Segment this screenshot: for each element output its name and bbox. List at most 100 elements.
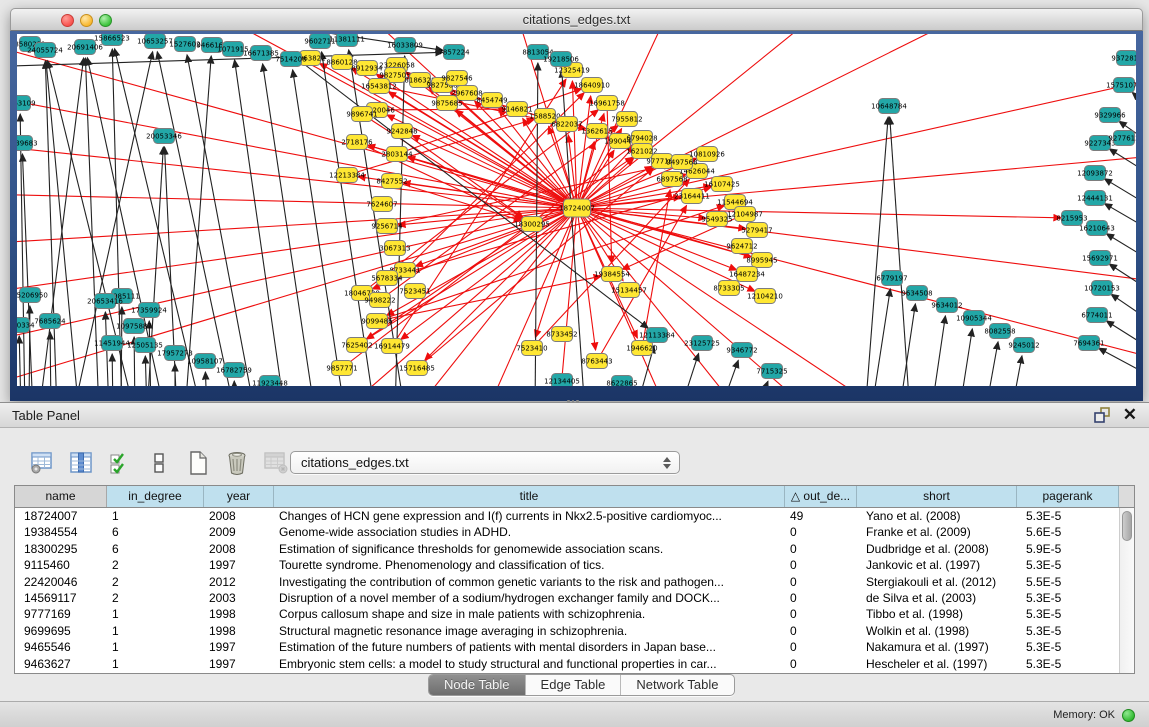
graph-node-label: 9875685 xyxy=(431,100,462,108)
table-row[interactable]: 946554611997Estimation of the future num… xyxy=(15,639,1119,655)
table-row[interactable]: 1456911722003Disruption of a novel membe… xyxy=(15,590,1119,606)
graph-node-label: 12104987 xyxy=(727,211,763,219)
graph-node-label: 19384554 xyxy=(594,271,630,279)
table-cell-in_degree: 2 xyxy=(107,557,204,573)
table-scrollbar-thumb[interactable] xyxy=(1122,511,1132,541)
graph-node-label: 11544694 xyxy=(717,199,753,207)
tab-edge-table[interactable]: Edge Table xyxy=(526,675,622,695)
column-header-out_degree[interactable]: △ out_de... xyxy=(785,486,857,507)
delete-column-button[interactable] xyxy=(225,451,249,475)
show-columns-button[interactable] xyxy=(69,451,93,475)
network-canvas[interactable]: 1872400718300295193845541513445779638228… xyxy=(17,34,1136,386)
citation-edge-black xyxy=(959,329,972,386)
graph-node-label: 8733305 xyxy=(713,285,744,293)
table-cell-pagerank: 5.3E-5 xyxy=(1017,606,1119,622)
citation-edge-black xyxy=(985,342,998,386)
table-row[interactable]: 1830029562008Estimation of significance … xyxy=(15,541,1119,557)
new-column-button[interactable] xyxy=(186,451,210,475)
citation-edge-black xyxy=(50,332,51,386)
zoom-window-icon[interactable] xyxy=(99,14,112,27)
table-scrollbar[interactable] xyxy=(1119,508,1134,673)
graph-node-label: 9624712 xyxy=(726,243,757,251)
table-row[interactable]: 1872400712008Changes of HCN gene express… xyxy=(15,508,1119,524)
graph-node-label: 9634012 xyxy=(931,302,962,310)
graph-node-label: 8215953 xyxy=(1056,215,1087,223)
graph-node-label: 7715325 xyxy=(756,368,787,376)
table-cell-title: Structural magnetic resonance image aver… xyxy=(274,623,785,639)
window-title: citations_edges.txt xyxy=(11,9,1142,31)
delete-table-button[interactable] xyxy=(264,451,288,475)
table-cell-year: 2012 xyxy=(204,574,274,590)
graph-node-label: 15134457 xyxy=(611,287,647,295)
table-row[interactable]: 969969511998Structural magnetic resonanc… xyxy=(15,623,1119,639)
table-row[interactable]: 977716911998Corpus callosum shape and si… xyxy=(15,606,1119,622)
table-selector-dropdown[interactable]: citations_edges.txt xyxy=(290,451,680,474)
table-cell-year: 1997 xyxy=(204,639,274,655)
table-cell-name: 19384554 xyxy=(15,524,107,540)
graph-node-label: 2718176 xyxy=(341,139,373,147)
column-header-short[interactable]: short xyxy=(857,486,1017,507)
table-cell-short: Stergiakouli et al. (2012) xyxy=(857,574,1017,590)
graph-node-label: 6779197 xyxy=(876,275,907,283)
graph-node-label: 9498222 xyxy=(364,297,395,305)
table-cell-in_degree: 2 xyxy=(107,574,204,590)
graph-node-label: 7857224 xyxy=(438,49,470,57)
graph-node-label: 6794028 xyxy=(626,135,657,143)
table-cell-pagerank: 5.3E-5 xyxy=(1017,623,1119,639)
graph-node-label: 9242848 xyxy=(386,128,417,136)
citation-edge-red xyxy=(577,74,1136,208)
table-row[interactable]: 911546021997Tourette syndrome. Phenomeno… xyxy=(15,557,1119,573)
citation-edge-black xyxy=(187,55,255,386)
table-cell-year: 1997 xyxy=(204,656,274,672)
network-frame: 1872400718300295193845541513445779638228… xyxy=(10,31,1143,401)
graph-node-label: 16543812 xyxy=(361,83,397,91)
table-cell-in_degree: 2 xyxy=(107,590,204,606)
graph-node-label: 16487234 xyxy=(729,271,765,279)
citation-edge-black xyxy=(890,117,910,386)
column-header-year[interactable]: year xyxy=(204,486,274,507)
tab-network-table[interactable]: Network Table xyxy=(621,675,733,695)
table-cell-out_degree: 0 xyxy=(785,541,857,557)
toggle-rows-button[interactable] xyxy=(147,451,171,475)
table-options-button[interactable] xyxy=(30,451,54,475)
tab-node-table[interactable]: Node Table xyxy=(429,675,526,695)
table-cell-in_degree: 1 xyxy=(107,508,204,524)
table-cell-out_degree: 0 xyxy=(785,590,857,606)
graph-node-label: 3067313 xyxy=(379,245,410,253)
graph-node-label: 10648784 xyxy=(871,103,907,111)
panel-resize-grip[interactable] xyxy=(567,400,579,406)
column-header-in_degree[interactable]: in_degree xyxy=(107,486,204,507)
column-header-pagerank[interactable]: pagerank xyxy=(1017,486,1119,507)
table-cell-title: Disruption of a novel member of a sodium… xyxy=(274,590,785,606)
table-cell-short: Wolkin et al. (1998) xyxy=(857,623,1017,639)
table-panel: Table Panel ✕ xyxy=(0,402,1149,727)
table-cell-title: Estimation of significance thresholds fo… xyxy=(274,541,785,557)
float-window-icon[interactable] xyxy=(1093,407,1111,423)
column-header-title[interactable]: title xyxy=(274,486,785,507)
table-cell-pagerank: 5.3E-5 xyxy=(1017,557,1119,573)
column-header-name[interactable]: name xyxy=(15,486,107,507)
table-row[interactable]: 1938455462009Genome-wide association stu… xyxy=(15,524,1119,540)
minimize-window-icon[interactable] xyxy=(80,14,93,27)
close-window-icon[interactable] xyxy=(61,14,74,27)
graph-node-label: 9346772 xyxy=(726,347,757,355)
graph-node-label: 10720153 xyxy=(1084,285,1120,293)
select-rows-button[interactable] xyxy=(108,451,132,475)
table-cell-in_degree: 1 xyxy=(107,656,204,672)
window-titlebar[interactable]: citations_edges.txt xyxy=(10,8,1143,31)
graph-node-label: 9099486 xyxy=(361,318,393,326)
graph-node-label: 8763443 xyxy=(581,358,612,366)
graph-node-label: 12213384 xyxy=(329,172,365,180)
table-header-row: namein_degreeyeartitle△ out_de...shortpa… xyxy=(15,486,1134,508)
table-cell-name: 9777169 xyxy=(15,606,107,622)
table-row[interactable]: 2242004622012Investigating the contribut… xyxy=(15,574,1119,590)
citation-edge-black xyxy=(719,360,738,386)
close-panel-icon[interactable]: ✕ xyxy=(1123,407,1137,423)
citation-edge-black xyxy=(322,52,375,386)
table-selector-value: citations_edges.txt xyxy=(301,455,663,470)
graph-node-label: 8427552 xyxy=(376,178,407,186)
table-cell-out_degree: 0 xyxy=(785,656,857,672)
graph-node-label: 19218506 xyxy=(543,56,579,64)
table-row[interactable]: 946362711997Embryonic stem cells: a mode… xyxy=(15,656,1119,672)
table-cell-short: Tibbo et al. (1998) xyxy=(857,606,1017,622)
